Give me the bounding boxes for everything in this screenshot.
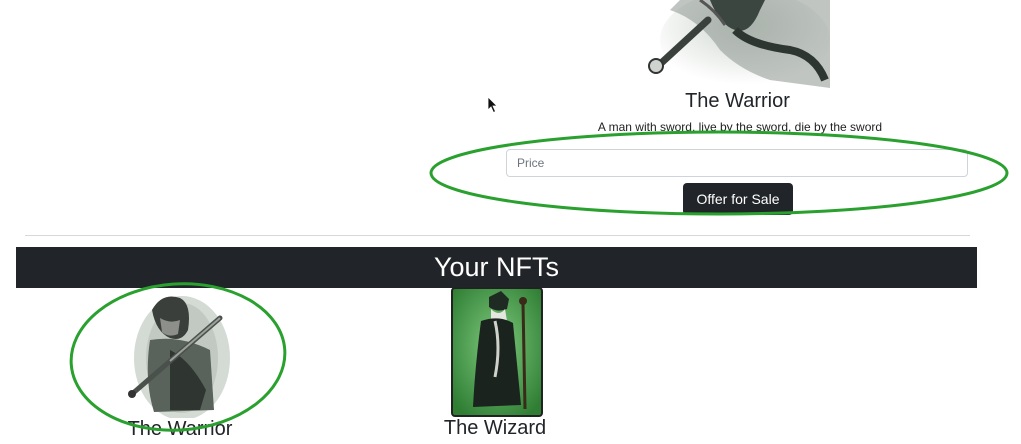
- nft-card-wizard[interactable]: The Wizard: [430, 287, 560, 444]
- nft-card-title: The Wizard: [443, 417, 547, 439]
- divider: [25, 235, 970, 236]
- annotation-ellipse: [429, 130, 1009, 216]
- nft-title: The Warrior: [685, 90, 790, 112]
- mouse-cursor-icon: [487, 96, 498, 114]
- wizard-image: [451, 287, 543, 417]
- annotation-ellipse: [69, 282, 287, 432]
- warrior-image: [640, 0, 840, 92]
